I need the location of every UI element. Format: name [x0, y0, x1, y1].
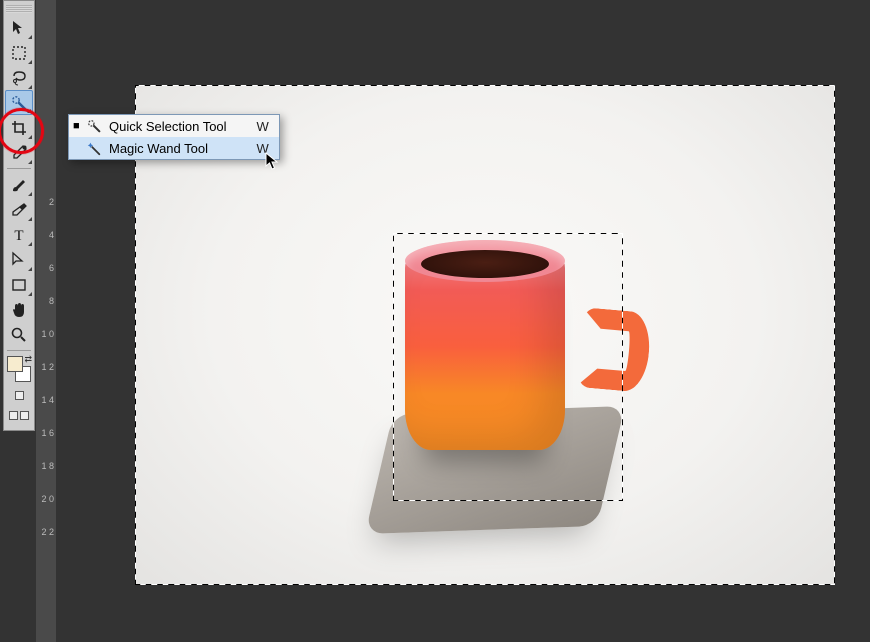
hand-tool[interactable] — [5, 297, 33, 322]
ruler-tick: 1 2 — [38, 362, 54, 372]
ruler-tick: 2 0 — [38, 494, 54, 504]
document-canvas[interactable] — [135, 85, 835, 585]
zoom-tool[interactable] — [5, 322, 33, 347]
tool-separator — [7, 168, 31, 169]
marquee-tool[interactable] — [5, 40, 33, 65]
shape-tool[interactable] — [5, 272, 33, 297]
flyout-item-shortcut: W — [257, 119, 269, 134]
ruler-tick: 2 — [38, 197, 54, 207]
vertical-ruler: 2 4 6 8 1 0 1 2 1 4 1 6 1 8 2 0 2 2 — [36, 0, 56, 642]
eyedropper-tool[interactable] — [5, 140, 33, 165]
crop-icon — [10, 119, 28, 137]
brush-icon — [10, 176, 28, 194]
path-icon — [10, 251, 28, 269]
type-icon: T — [10, 226, 28, 244]
brush-tool[interactable] — [5, 172, 33, 197]
magic-wand-icon — [85, 139, 103, 157]
eyedropper-icon — [10, 144, 28, 162]
selection-tool-flyout: ■ Quick Selection Tool W Magic Wand Tool… — [68, 114, 280, 160]
flyout-item-label: Quick Selection Tool — [109, 119, 251, 134]
move-tool[interactable] — [5, 15, 33, 40]
ruler-tick: 1 6 — [38, 428, 54, 438]
ruler-tick: 1 4 — [38, 395, 54, 405]
ruler-tick: 2 2 — [38, 527, 54, 537]
panel-grip[interactable] — [6, 5, 32, 13]
path-tool[interactable] — [5, 247, 33, 272]
tool-separator — [7, 350, 31, 351]
selected-dot-icon: ■ — [73, 120, 79, 132]
quick-mask-toggle[interactable] — [7, 386, 31, 404]
move-icon — [10, 19, 28, 37]
eraser-icon — [10, 201, 28, 219]
quick-selection-icon — [10, 94, 28, 112]
flyout-item-shortcut: W — [257, 141, 269, 156]
ruler-tick: 1 8 — [38, 461, 54, 471]
quick-selection-tool[interactable] — [5, 90, 33, 115]
hand-icon — [10, 301, 28, 319]
shape-icon — [10, 276, 28, 294]
ruler-tick: 8 — [38, 296, 54, 306]
swap-colors-icon[interactable]: ⇄ — [24, 354, 32, 365]
marquee-icon — [11, 45, 27, 61]
cup-shape — [405, 240, 605, 470]
flyout-item-label: Magic Wand Tool — [109, 141, 251, 156]
eraser-tool[interactable] — [5, 197, 33, 222]
tools-panel: T ⇄ — [3, 0, 35, 431]
ruler-tick: 4 — [38, 230, 54, 240]
type-tool[interactable]: T — [5, 222, 33, 247]
flyout-item-quick-selection[interactable]: ■ Quick Selection Tool W — [69, 115, 279, 137]
quick-selection-icon — [85, 117, 103, 135]
ruler-tick: 1 0 — [38, 329, 54, 339]
zoom-icon — [10, 326, 28, 344]
lasso-tool[interactable] — [5, 65, 33, 90]
screen-mode-toggle[interactable] — [7, 406, 31, 424]
color-swatches[interactable]: ⇄ — [5, 354, 33, 384]
ruler-tick: 6 — [38, 263, 54, 273]
flyout-item-magic-wand[interactable]: Magic Wand Tool W — [69, 137, 279, 159]
svg-text:T: T — [14, 228, 23, 244]
crop-tool[interactable] — [5, 115, 33, 140]
lasso-icon — [10, 69, 28, 87]
foreground-swatch[interactable] — [7, 356, 23, 372]
